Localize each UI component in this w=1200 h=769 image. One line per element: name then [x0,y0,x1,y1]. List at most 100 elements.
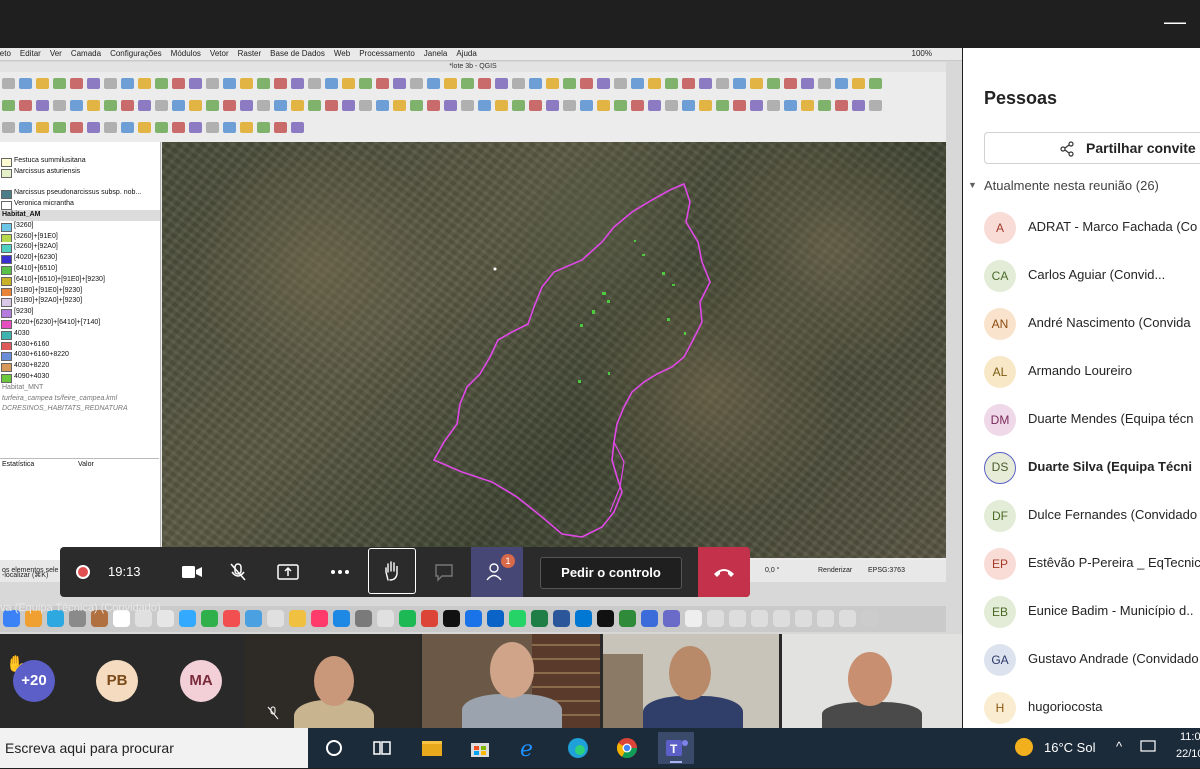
toolbar-tool-icon[interactable] [223,100,236,111]
toolbar-tool-icon[interactable] [53,122,66,133]
dock-app-icon[interactable] [729,610,746,627]
toolbar-tool-icon[interactable] [852,78,865,89]
toolbar-tool-icon[interactable] [172,78,185,89]
mic-button[interactable] [216,547,260,597]
toolbar-tool-icon[interactable] [138,78,151,89]
dock-app-icon[interactable] [443,610,460,627]
dock-app-icon[interactable] [377,610,394,627]
mac-menu-item[interactable]: Base de Dados [270,48,325,60]
toolbar-tool-icon[interactable] [308,78,321,89]
toolbar-tool-icon[interactable] [614,100,627,111]
toolbar-tool-icon[interactable] [665,78,678,89]
toolbar-tool-icon[interactable] [393,78,406,89]
toolbar-tool-icon[interactable] [631,100,644,111]
toolbar-tool-icon[interactable] [580,100,593,111]
mac-menu-item[interactable]: Janela [424,48,448,60]
dock-app-icon[interactable] [267,610,284,627]
mac-menu-item[interactable]: Web [334,48,350,60]
dock-app-icon[interactable] [531,610,548,627]
status-render[interactable]: Renderizar [818,560,852,582]
toolbar-tool-icon[interactable] [665,100,678,111]
toolbar-tool-icon[interactable] [699,78,712,89]
toolbar-tool-icon[interactable] [376,78,389,89]
toolbar-tool-icon[interactable] [699,100,712,111]
toolbar-tool-icon[interactable] [155,100,168,111]
toolbar-tool-icon[interactable] [325,100,338,111]
toolbar-tool-icon[interactable] [70,78,83,89]
toolbar-tool-icon[interactable] [733,78,746,89]
toolbar-tool-icon[interactable] [87,122,100,133]
toolbar-tool-icon[interactable] [206,78,219,89]
habitat-legend-item[interactable]: [3260]+[92A0] [0,242,160,254]
dock-app-icon[interactable] [333,610,350,627]
participant-row[interactable]: DS Duarte Silva (Equipa Técni [984,444,1200,492]
status-epsg[interactable]: EPSG:3763 [868,560,905,582]
chevron-up-icon[interactable]: ^ [1116,739,1122,754]
toolbar-tool-icon[interactable] [869,100,882,111]
toolbar-tool-icon[interactable] [274,122,287,133]
dock-app-icon[interactable] [245,610,262,627]
dock-app-icon[interactable] [509,610,526,627]
toolbar-tool-icon[interactable] [546,100,559,111]
dock-app-icon[interactable] [553,610,570,627]
weather-sun-icon[interactable] [1015,738,1033,756]
toolbar-tool-icon[interactable] [70,100,83,111]
toolbar-tool-icon[interactable] [189,78,202,89]
toolbar-tool-icon[interactable] [750,78,763,89]
toolbar-tool-icon[interactable] [257,78,270,89]
toolbar-tool-icon[interactable] [342,100,355,111]
dock-app-icon[interactable] [795,610,812,627]
toolbar-tool-icon[interactable] [580,78,593,89]
toolbar-tool-icon[interactable] [478,100,491,111]
more-actions-button[interactable] [318,547,362,597]
toolbar-tool-icon[interactable] [240,100,253,111]
clock-time[interactable]: 11:0 [1180,731,1200,743]
dock-app-icon[interactable] [817,610,834,627]
taskbar-search[interactable]: Escreva aqui para procurar [0,728,308,768]
toolbar-tool-icon[interactable] [852,100,865,111]
toolbar-tool-icon[interactable] [291,100,304,111]
mac-menu-item[interactable]: ieto [0,48,11,60]
toolbar-tool-icon[interactable] [359,100,372,111]
toolbar-tool-icon[interactable] [461,78,474,89]
toolbar-tool-icon[interactable] [70,122,83,133]
toolbar-tool-icon[interactable] [410,78,423,89]
chat-button[interactable] [422,547,466,597]
toolbar-tool-icon[interactable] [138,122,151,133]
people-button[interactable]: 1 [471,547,523,597]
participant-row[interactable]: Hhugoriocosta [984,684,1200,732]
participant-row[interactable]: EB Eunice Badim - Município d.. [984,588,1200,636]
toolbar-tool-icon[interactable] [716,78,729,89]
locator-input[interactable]: -localizar (⌘K) [2,570,48,582]
dock-app-icon[interactable] [707,610,724,627]
participant-video[interactable] [244,634,420,728]
toolbar-tool-icon[interactable] [427,100,440,111]
toolbar-tool-icon[interactable] [121,100,134,111]
weather-text[interactable]: 16°C Sol [1044,740,1095,755]
store-icon[interactable] [468,736,492,760]
task-view-icon[interactable] [370,736,394,760]
toolbar-tool-icon[interactable] [767,100,780,111]
toolbar-tool-icon[interactable] [240,122,253,133]
toolbar-tool-icon[interactable] [835,78,848,89]
toolbar-tool-icon[interactable] [512,100,525,111]
toolbar-tool-icon[interactable] [529,100,542,111]
toolbar-tool-icon[interactable] [36,78,49,89]
toolbar-tool-icon[interactable] [597,100,610,111]
share-invite-button[interactable]: Partilhar convite [984,132,1200,164]
mac-menu-item[interactable]: Ajuda [456,48,476,60]
dock-app-icon[interactable] [685,610,702,627]
toolbar-tool-icon[interactable] [444,78,457,89]
raise-hand-button[interactable] [368,548,416,594]
share-screen-button[interactable] [266,547,310,597]
toolbar-tool-icon[interactable] [597,78,610,89]
in-meeting-header[interactable]: ▼ Atualmente nesta reunião (26) [968,178,1159,193]
mac-menu-item[interactable]: Processamento [359,48,415,60]
mac-menu-item[interactable]: Camada [71,48,101,60]
toolbar-tool-icon[interactable] [172,100,185,111]
toolbar-tool-icon[interactable] [546,78,559,89]
toolbar-tool-icon[interactable] [529,78,542,89]
map-canvas[interactable] [162,142,946,558]
toolbar-tool-icon[interactable] [495,78,508,89]
dock-app-icon[interactable] [399,610,416,627]
